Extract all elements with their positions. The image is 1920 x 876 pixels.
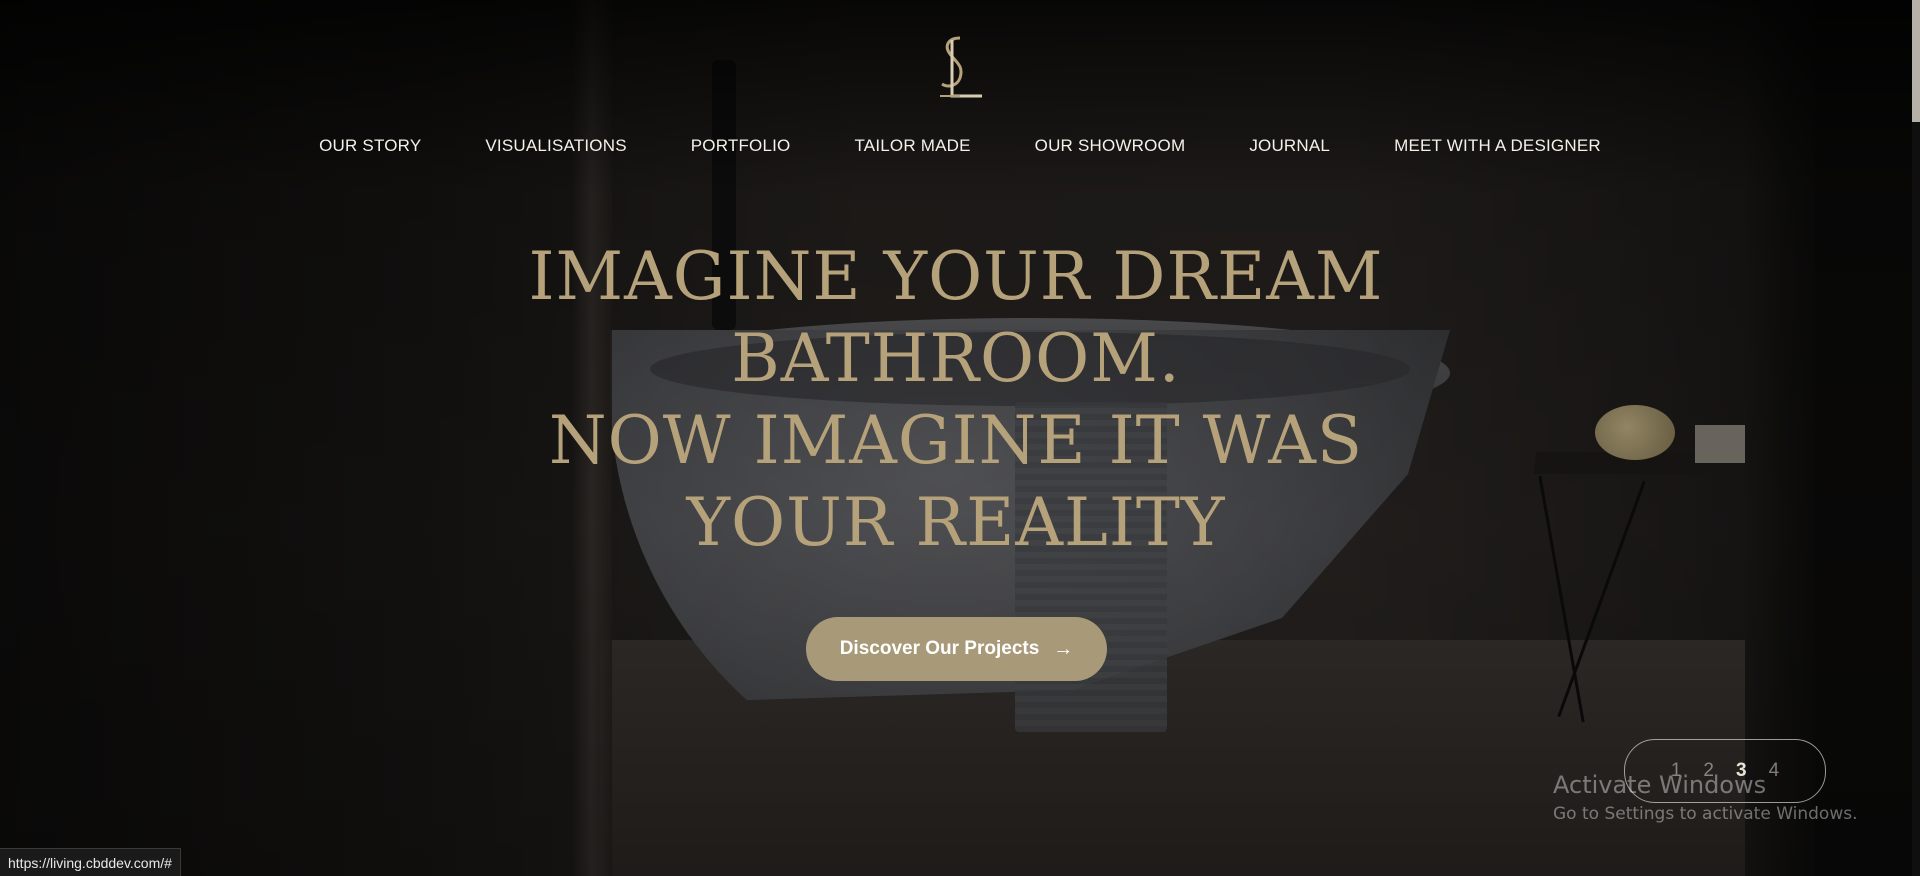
- discover-projects-button[interactable]: Discover Our Projects →: [806, 617, 1107, 681]
- arrow-right-icon: →: [1053, 637, 1074, 660]
- main-navigation: OUR STORY VISUALISATIONS PORTFOLIO TAILO…: [0, 136, 1920, 156]
- nav-item-meet-with-a-designer[interactable]: MEET WITH A DESIGNER: [1394, 136, 1601, 156]
- windows-activation-watermark: Activate Windows Go to Settings to activ…: [1553, 770, 1913, 826]
- hero-line: IMAGINE YOUR DREAM: [528, 238, 1384, 315]
- hero-heading: IMAGINE YOUR DREAM BATHROOM. NOW IMAGINE…: [460, 236, 1452, 564]
- hero-line: YOUR REALITY: [686, 484, 1226, 561]
- hero-section: OUR STORY VISUALISATIONS PORTFOLIO TAILO…: [0, 0, 1920, 876]
- nav-item-visualisations[interactable]: VISUALISATIONS: [485, 136, 626, 156]
- scrollbar-thumb[interactable]: [1912, 0, 1920, 122]
- nav-item-tailor-made[interactable]: TAILOR MADE: [854, 136, 970, 156]
- watermark-subtitle: Go to Settings to activate Windows.: [1553, 804, 1858, 824]
- browser-status-url: https://living.cbddev.com/#: [0, 848, 181, 876]
- nav-item-our-story[interactable]: OUR STORY: [319, 136, 421, 156]
- nav-item-our-showroom[interactable]: OUR SHOWROOM: [1035, 136, 1186, 156]
- watermark-title: Activate Windows: [1553, 771, 1767, 799]
- cta-label: Discover Our Projects: [839, 638, 1040, 659]
- nav-item-journal[interactable]: JOURNAL: [1249, 136, 1330, 156]
- sl-monogram-icon[interactable]: [930, 34, 984, 100]
- nav-item-portfolio[interactable]: PORTFOLIO: [691, 136, 791, 156]
- hero-line: NOW IMAGINE IT WAS: [548, 402, 1364, 479]
- hero-line: BATHROOM.: [731, 320, 1181, 397]
- page-scrollbar[interactable]: [1912, 0, 1920, 876]
